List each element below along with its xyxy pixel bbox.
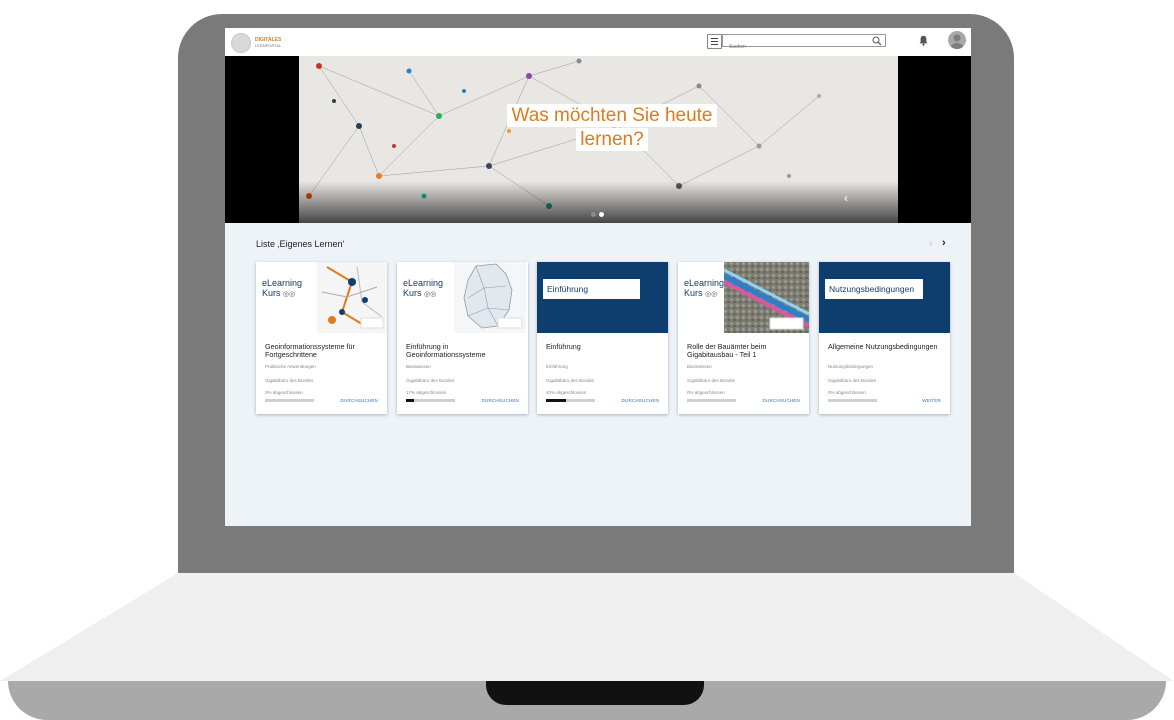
search-icon[interactable] [872, 36, 882, 46]
logo-line2: LERNPORTAL [255, 43, 282, 48]
progress-bar [546, 399, 595, 402]
gigabit-logo-icon: ◎◎ [424, 291, 437, 298]
card-progress-text: 0% abgeschlossen [265, 390, 303, 395]
gigabit-logo-icon: ◎◎ [283, 291, 296, 298]
hero-carousel: Was möchten Sie heute lernen? ‹ [225, 56, 971, 223]
hero-image: Was möchten Sie heute lernen? ‹ [299, 56, 898, 223]
carousel-prev-icon[interactable]: ‹ [844, 191, 848, 205]
card-subtitle: Nutzungsbedingungen [828, 364, 874, 369]
germany-map-icon [454, 262, 526, 333]
fiber-cable-photo-icon [724, 262, 809, 333]
card-title: Geoinformationssysteme für Fortgeschritt… [265, 342, 355, 359]
laptop-base [0, 573, 1174, 683]
top-bar: DIGITALES LERNPORTAL [225, 28, 971, 56]
card-progress-text: 40% abgeschlossen [546, 390, 587, 395]
card-image: eLearning Kurs ◎◎ [678, 262, 809, 333]
menu-icon[interactable] [707, 34, 722, 49]
card-action-link[interactable]: DURCHSUCHEN [482, 398, 519, 403]
screen: DIGITALES LERNPORTAL Suchen Was möchten … [225, 28, 971, 526]
carousel-dots [591, 212, 604, 217]
list-title: Liste ‚Eigenes Lernen‘ [256, 239, 345, 249]
card-image: eLearning Kurs ◎◎ [256, 262, 387, 333]
laptop-notch [486, 681, 704, 705]
card-progress-text: 17% abgeschlossen [406, 390, 447, 395]
card-title: Einführung [546, 342, 581, 351]
list-next-icon[interactable]: › [942, 237, 946, 249]
card-source: Gigabitbüro des Bundes [406, 378, 455, 383]
bell-icon[interactable] [919, 35, 928, 46]
card-subtitle: Basiswissen [406, 364, 431, 369]
card-action-link[interactable]: WEITER [922, 398, 941, 403]
card-title: Einführung in Geoinformationssysteme [406, 342, 486, 359]
course-card[interactable]: eLearning Kurs ◎◎ Einführung in Geoinfor… [397, 262, 528, 414]
progress-bar [687, 399, 736, 402]
user-icon [950, 34, 964, 49]
avatar[interactable] [948, 31, 966, 49]
card-title: Rolle der Bauämter beim Gigabitausbau - … [687, 342, 767, 359]
card-image: Nutzungsbedingungen [819, 262, 950, 333]
card-progress-text: 0% abgeschlossen [828, 390, 866, 395]
card-image: eLearning Kurs ◎◎ [397, 262, 528, 333]
card-action-link[interactable]: DURCHSUCHEN [622, 398, 659, 403]
course-card[interactable]: Einführung Einführung Einführung Gigabit… [537, 262, 668, 414]
card-title: Allgemeine Nutzungsbedingungen [828, 342, 938, 351]
progress-bar [406, 399, 455, 402]
course-card[interactable]: eLearning Kurs ◎◎ Geoinformationssysteme… [256, 262, 387, 414]
search-box [722, 34, 886, 53]
card-subtitle: Basiswissen [687, 364, 712, 369]
card-source: Gigabitbüro des Bundes [265, 378, 314, 383]
course-card[interactable]: Nutzungsbedingungen Allgemeine Nutzungsb… [819, 262, 950, 414]
card-action-link[interactable]: DURCHSUCHEN [341, 398, 378, 403]
card-source: Gigabitbüro des Bundes [687, 378, 736, 383]
search-input[interactable] [723, 41, 859, 53]
map-illustration-icon [317, 262, 387, 333]
card-subtitle: Einführung [546, 364, 568, 369]
card-image-label: Einführung [543, 279, 640, 299]
carousel-dot-1[interactable] [591, 212, 596, 217]
progress-bar [828, 399, 877, 402]
gigabit-logo-icon: ◎◎ [705, 291, 718, 298]
progress-bar [265, 399, 314, 402]
course-card[interactable]: eLearning Kurs ◎◎ Rolle der Bauämter bei… [678, 262, 809, 414]
card-subtitle: Praktische Anwendungen [265, 364, 316, 369]
card-source: Gigabitbüro des Bundes [546, 378, 595, 383]
hero-title: Was möchten Sie heute lernen? [501, 104, 723, 152]
logo[interactable]: DIGITALES LERNPORTAL [231, 33, 281, 53]
card-image: Einführung [537, 262, 668, 333]
card-action-link[interactable]: DURCHSUCHEN [763, 398, 800, 403]
card-source: Gigabitbüro des Bundes [828, 378, 877, 383]
carousel-dot-2[interactable] [599, 212, 604, 217]
card-image-label: Nutzungsbedingungen [825, 279, 923, 299]
card-progress-text: 0% abgeschlossen [687, 390, 725, 395]
logo-mark-icon [231, 33, 251, 53]
list-prev-icon[interactable]: ‹ [929, 238, 932, 249]
